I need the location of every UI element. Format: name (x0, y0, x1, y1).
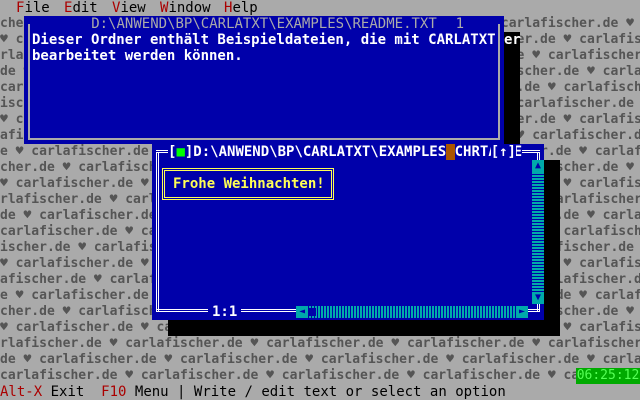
window-number: 1 (451, 16, 468, 32)
arrow-down-icon[interactable]: ▼ (532, 292, 544, 304)
window-title-bar[interactable]: [■]D:\ANWEND\BP\CARLATXT\EXAMPLES\CHRTAB… (168, 144, 523, 160)
menu-label: indow (168, 0, 211, 16)
status-hint: Menu | Write / edit text or select an op… (126, 384, 506, 400)
menu-help[interactable]: Help (224, 0, 258, 16)
wallpaper-line: carlafischer.de ♥ carlafischer.de ♥ carl… (0, 368, 640, 383)
menu-file[interactable]: File (16, 0, 50, 16)
status-key-menu[interactable]: F10 (101, 384, 126, 400)
status-bar: Alt-X Exit F10 Menu | Write / edit text … (0, 384, 640, 400)
status-key-exit[interactable]: Alt-X (0, 384, 42, 400)
scroll-thumb[interactable] (308, 308, 316, 316)
window-title-bar[interactable]: D:\ANWEND\BP\CARLATXT\EXAMPLES\README.TX… (24, 16, 504, 32)
text-box[interactable]: Frohe Weihnachten! (162, 168, 334, 200)
chrtable-window[interactable]: [■]D:\ANWEND\BP\CARLATXT\EXAMPLES\CHRTAB… (152, 144, 544, 320)
menu-label: iew (120, 0, 146, 16)
zoom-button[interactable]: [↑] (490, 144, 516, 160)
vertical-scrollbar[interactable]: ▲ ▼ (532, 160, 544, 304)
clock: 06:25:12 (576, 368, 640, 384)
text-line[interactable]: Dieser Ordner enthält Beispieldateien, d… (32, 32, 521, 48)
arrow-left-icon[interactable]: ◄ (296, 306, 308, 318)
cursor-position: 1:1 (208, 304, 242, 320)
menu-label: elp (232, 0, 258, 16)
title-cursor: \ (446, 144, 455, 160)
menu-label: ile (24, 0, 50, 16)
menu-label: dit (72, 0, 98, 16)
status-label-exit: Exit (42, 384, 102, 400)
text-box-content[interactable]: Frohe Weihnachten! (173, 176, 325, 192)
text-line[interactable]: bearbeitet werden können. (32, 48, 243, 64)
menu-view[interactable]: View (112, 0, 146, 16)
window-shadow (168, 320, 560, 336)
window-title: ]D:\ANWEND\BP\CARLATXT\EXAMPLES (184, 144, 447, 160)
arrow-up-icon[interactable]: ▲ (532, 160, 544, 172)
menu-bar: File Edit View Window Help (0, 0, 640, 16)
window-shadow (504, 32, 520, 144)
horizontal-scrollbar[interactable]: ◄ ► (296, 306, 528, 318)
readme-window[interactable]: D:\ANWEND\BP\CARLATXT\EXAMPLES\README.TX… (24, 16, 521, 144)
menu-window[interactable]: Window (160, 0, 211, 16)
window-title: D:\ANWEND\BP\CARLATXT\EXAMPLES\README.TX… (87, 16, 441, 32)
window-shadow (544, 160, 560, 320)
menu-edit[interactable]: Edit (64, 0, 98, 16)
wallpaper-line: de ♥ carlafischer.de ♥ carlafischer.de ♥… (0, 352, 640, 367)
close-box-icon[interactable]: ■ (176, 144, 184, 160)
arrow-right-icon[interactable]: ► (516, 306, 528, 318)
wallpaper-line: rlafischer.de ♥ carlafischer.de ♥ carlaf… (0, 336, 640, 351)
